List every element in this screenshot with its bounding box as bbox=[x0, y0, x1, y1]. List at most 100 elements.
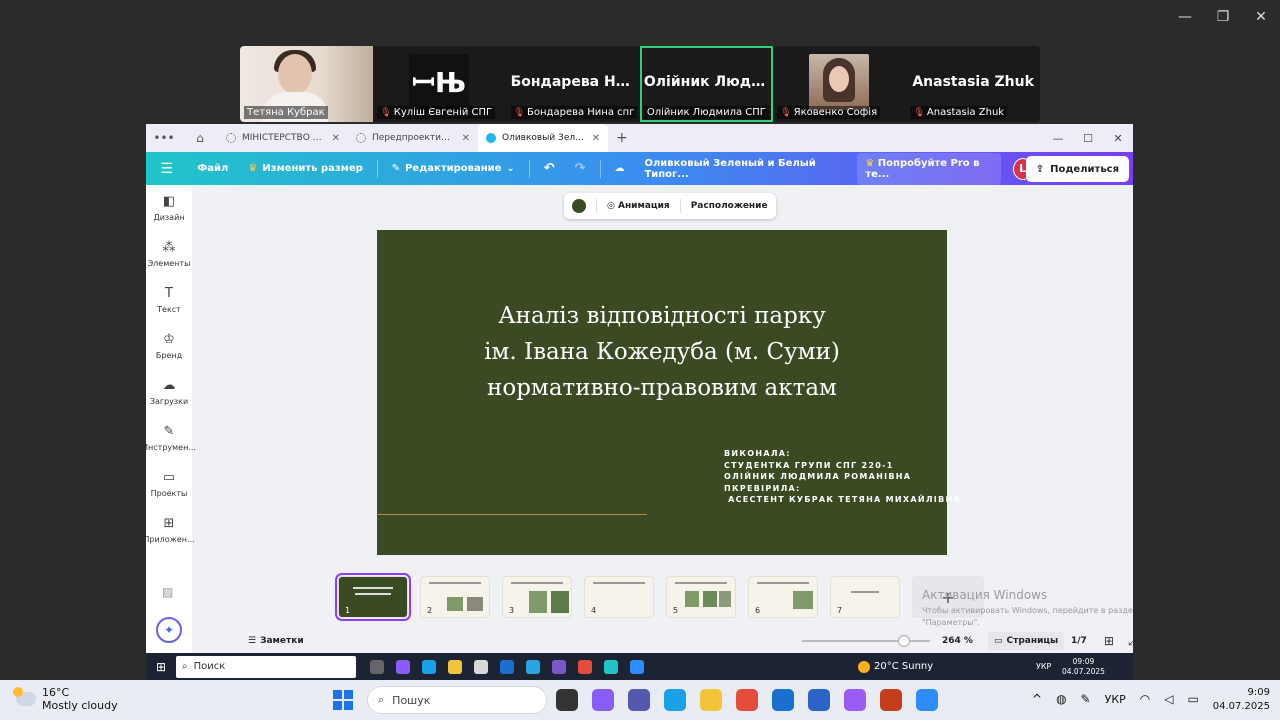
participant-tile[interactable]: ꟷЊ 🎙 Куліш Євгеній СПГ bbox=[373, 46, 507, 122]
restore-button[interactable]: ❐ bbox=[1204, 0, 1242, 34]
outlook-icon[interactable] bbox=[772, 689, 794, 711]
page-thumbnail[interactable]: 7 bbox=[830, 576, 900, 618]
teams-icon[interactable] bbox=[628, 689, 650, 711]
edge-icon[interactable] bbox=[422, 659, 436, 674]
outlook-icon[interactable] bbox=[500, 659, 514, 674]
taskbar-search-input[interactable]: ⌕ Поиск bbox=[176, 655, 356, 678]
page-thumbnail[interactable]: 4 bbox=[584, 576, 654, 618]
page-thumbnail[interactable]: 5 bbox=[666, 576, 736, 618]
minimize-button[interactable]: — bbox=[1166, 0, 1204, 34]
language-indicator[interactable]: УКР bbox=[1105, 693, 1126, 706]
zoom-slider-handle[interactable] bbox=[898, 635, 910, 647]
sidebar-item-elements[interactable]: ⁂ Элементы bbox=[146, 231, 192, 277]
zoom-app-icon[interactable] bbox=[630, 659, 644, 674]
file-menu[interactable]: Файл bbox=[187, 163, 238, 174]
redo-icon[interactable]: ↷ bbox=[565, 161, 596, 176]
copilot-app-icon[interactable] bbox=[844, 689, 866, 711]
volume-icon[interactable]: ◁ bbox=[1164, 692, 1173, 706]
canva-icon[interactable] bbox=[604, 659, 618, 674]
participant-tile[interactable]: Тетяна Кубрак bbox=[240, 46, 374, 122]
language-indicator[interactable]: УКР bbox=[1036, 662, 1051, 671]
chrome-icon[interactable] bbox=[736, 689, 758, 711]
close-button[interactable]: ✕ bbox=[1242, 0, 1280, 34]
sidebar-item-text[interactable]: T Текст bbox=[146, 277, 192, 323]
close-tab-icon[interactable]: ✕ bbox=[332, 133, 340, 144]
sidebar-item-brand[interactable]: ♔ Бренд bbox=[146, 323, 192, 369]
store-icon[interactable] bbox=[474, 659, 488, 674]
chrome-icon[interactable] bbox=[578, 659, 592, 674]
taskbar-search-input[interactable]: ⌕ Пошук bbox=[367, 686, 547, 714]
zoom-value[interactable]: 264 % bbox=[942, 636, 973, 646]
browser-tab-active[interactable]: Оливковый Зелен... ✕ bbox=[478, 124, 608, 152]
participant-tile-active[interactable]: Олійник Людм... Олійник Людмила СПГ 2... bbox=[639, 46, 774, 122]
explorer-icon[interactable] bbox=[700, 689, 722, 711]
zoom-slider[interactable] bbox=[802, 640, 930, 642]
pages-button[interactable]: ▭ Страницы bbox=[988, 632, 1065, 650]
task-view-icon[interactable] bbox=[556, 689, 578, 711]
document-title[interactable]: Оливковый Зеленый и Белый Типог... bbox=[634, 158, 851, 180]
telegram-icon[interactable] bbox=[526, 659, 540, 674]
battery-icon[interactable]: ▭ bbox=[1187, 692, 1198, 706]
participant-tile[interactable]: Бондарева Нин... 🎙 Бондарева Нина спг bbox=[506, 46, 640, 122]
network-icon[interactable]: ◍ bbox=[1056, 692, 1066, 706]
browser-tab[interactable]: Передпроектий а... ✕ bbox=[348, 124, 478, 152]
position-button[interactable]: Расположение bbox=[691, 201, 768, 211]
zoom-app-icon[interactable] bbox=[916, 689, 938, 711]
task-view-icon[interactable] bbox=[370, 659, 384, 674]
weather-widget[interactable]: 20°C Sunny bbox=[858, 660, 933, 673]
page-thumbnail[interactable]: 2 bbox=[420, 576, 490, 618]
close-icon[interactable]: ✕ bbox=[1103, 124, 1133, 152]
minimize-icon[interactable]: — bbox=[1043, 124, 1073, 152]
animation-button[interactable]: ◎ Анимация bbox=[607, 201, 670, 211]
resize-button[interactable]: ♛ Изменить размер bbox=[238, 163, 372, 174]
sidebar-item-uploads[interactable]: ☁ Загрузки bbox=[146, 369, 192, 415]
pen-icon[interactable]: ✎ bbox=[1081, 692, 1091, 706]
powerpoint-icon[interactable] bbox=[880, 689, 902, 711]
new-tab-icon[interactable]: + bbox=[616, 130, 628, 146]
menu-icon[interactable]: ☰ bbox=[146, 161, 187, 177]
cloud-save-icon[interactable]: ☁ bbox=[604, 163, 634, 174]
browser-tab[interactable]: МІНІСТЕРСТВО ОС... ✕ bbox=[218, 124, 348, 152]
editing-dropdown[interactable]: ✎ Редактирование ⌄ bbox=[382, 163, 525, 174]
taskbar-clock[interactable]: 9:09 04.07.2025 bbox=[1213, 686, 1270, 714]
slide-1[interactable]: Аналіз відповідності парку ім. Івана Кож… bbox=[377, 230, 960, 555]
sidebar-item-projects[interactable]: ▭ Проекты bbox=[146, 461, 192, 507]
windows-start-icon[interactable] bbox=[333, 690, 353, 710]
weather-widget[interactable]: 16°C Mostly cloudy bbox=[13, 686, 118, 712]
taskbar-clock[interactable]: 09:09 04.07.2025 bbox=[1062, 657, 1105, 677]
more-icon[interactable]: ••• bbox=[146, 131, 182, 145]
share-button[interactable]: ⇪ Поделиться bbox=[1025, 156, 1129, 182]
page-thumbnail[interactable]: 1 bbox=[335, 573, 411, 621]
fullscreen-icon[interactable]: ⤢ bbox=[1128, 634, 1133, 649]
image-edit-icon[interactable]: ▨ bbox=[162, 585, 173, 599]
close-tab-icon[interactable]: ✕ bbox=[592, 133, 600, 144]
copilot-icon[interactable] bbox=[592, 689, 614, 711]
close-tab-icon[interactable]: ✕ bbox=[462, 133, 470, 144]
workspace-icon[interactable]: ⌂ bbox=[182, 131, 218, 145]
edge-icon[interactable] bbox=[664, 689, 686, 711]
try-pro-button[interactable]: ♛ Попробуйте Pro в те... bbox=[857, 152, 1001, 185]
participant-tile[interactable]: 🎙 Яковенко Софія bbox=[773, 46, 907, 122]
sidebar-item-tools[interactable]: ✎ Инструмен... bbox=[146, 415, 196, 461]
chevron-up-icon[interactable]: ^ bbox=[1032, 692, 1042, 706]
background-color-swatch[interactable] bbox=[572, 199, 586, 213]
page-thumbnail[interactable]: 3 bbox=[502, 576, 572, 618]
explorer-icon[interactable] bbox=[448, 659, 462, 674]
wifi-icon[interactable]: ◠ bbox=[1140, 692, 1150, 706]
copilot-icon[interactable] bbox=[396, 659, 410, 674]
grid-view-icon[interactable]: ⊞ bbox=[1104, 634, 1114, 648]
slide-title[interactable]: Аналіз відповідності парку ім. Івана Кож… bbox=[377, 298, 947, 406]
store-icon[interactable] bbox=[808, 689, 830, 711]
undo-icon[interactable]: ↶ bbox=[534, 161, 565, 176]
sidebar-item-design[interactable]: ◧ Дизайн bbox=[146, 185, 192, 231]
maximize-icon[interactable]: ☐ bbox=[1073, 124, 1103, 152]
sidebar-item-apps[interactable]: ⊞ Приложен... bbox=[146, 507, 195, 553]
participant-tile[interactable]: Anastasia Zhuk 🎙 Anastasia Zhuk bbox=[906, 46, 1040, 122]
magic-assistant-icon[interactable]: ✦ bbox=[156, 617, 182, 643]
slide-author-block[interactable]: ВИКОНАЛА: СТУДЕНТКА ГРУПИ СПГ 220-1 ОЛІЙ… bbox=[724, 448, 961, 506]
page-thumbnail[interactable]: 6 bbox=[748, 576, 818, 618]
viber-icon[interactable] bbox=[552, 659, 566, 674]
notes-button[interactable]: ☰ Заметки bbox=[248, 636, 304, 646]
windows-start-icon[interactable]: ⊞ bbox=[146, 660, 176, 674]
editor-canvas[interactable]: ◎ Анимация Расположение Аналіз відповідн… bbox=[192, 185, 1133, 680]
